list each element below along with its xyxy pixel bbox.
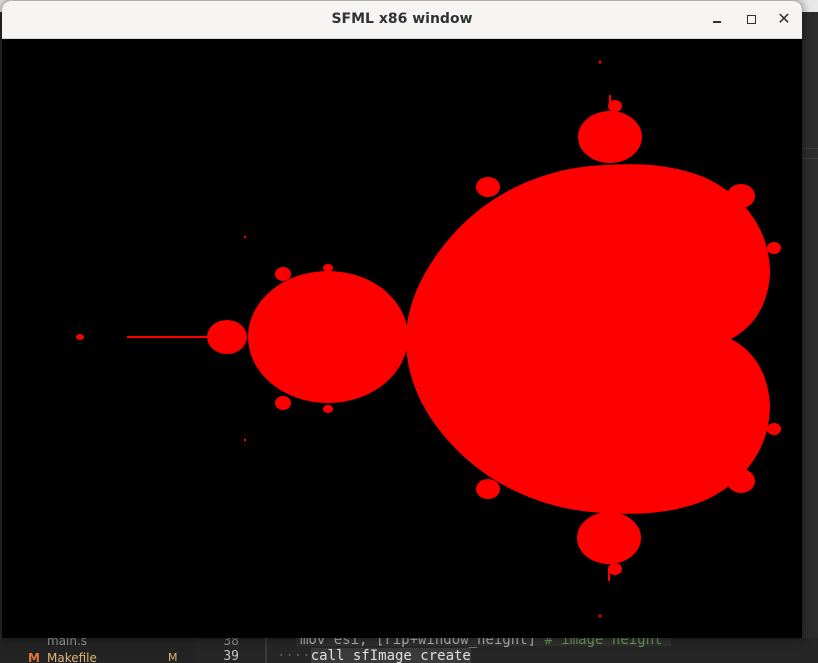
code-line[interactable]: ····call sfImage_create bbox=[277, 648, 471, 663]
code-editor[interactable]: mov esi, [rip+window_height] # image hei… bbox=[267, 632, 818, 663]
desktop-screen: main.s M Makefile M 38 39 mov esi, [rip+… bbox=[0, 0, 818, 663]
editor-background: main.s M Makefile M 38 39 mov esi, [rip+… bbox=[0, 632, 818, 663]
maximize-button[interactable] bbox=[739, 7, 763, 31]
minimize-icon bbox=[713, 21, 721, 23]
minimize-button[interactable] bbox=[705, 7, 729, 31]
close-button[interactable]: ✕ bbox=[772, 7, 796, 31]
maximize-icon bbox=[746, 14, 756, 24]
close-icon: ✕ bbox=[777, 9, 791, 28]
makefile-icon: M bbox=[28, 651, 40, 663]
code-text: call sfImage_create bbox=[310, 648, 471, 663]
file-explorer: main.s M Makefile M bbox=[0, 634, 195, 663]
window-titlebar[interactable]: SFML x86 window ✕ bbox=[2, 1, 802, 39]
file-name: Makefile bbox=[47, 651, 97, 663]
editor-right-panel bbox=[802, 12, 818, 638]
sfml-window[interactable]: SFML x86 window ✕ bbox=[2, 1, 802, 638]
explorer-item-makefile[interactable]: M Makefile M bbox=[0, 651, 195, 663]
render-canvas[interactable] bbox=[2, 39, 802, 638]
window-title: SFML x86 window bbox=[331, 11, 473, 27]
git-modified-badge: M bbox=[168, 651, 178, 663]
line-number-gutter: 38 39 bbox=[195, 634, 265, 663]
indent-guide: ···· bbox=[277, 648, 311, 663]
line-number: 39 bbox=[223, 649, 239, 663]
mandelbrot-render bbox=[2, 39, 802, 638]
